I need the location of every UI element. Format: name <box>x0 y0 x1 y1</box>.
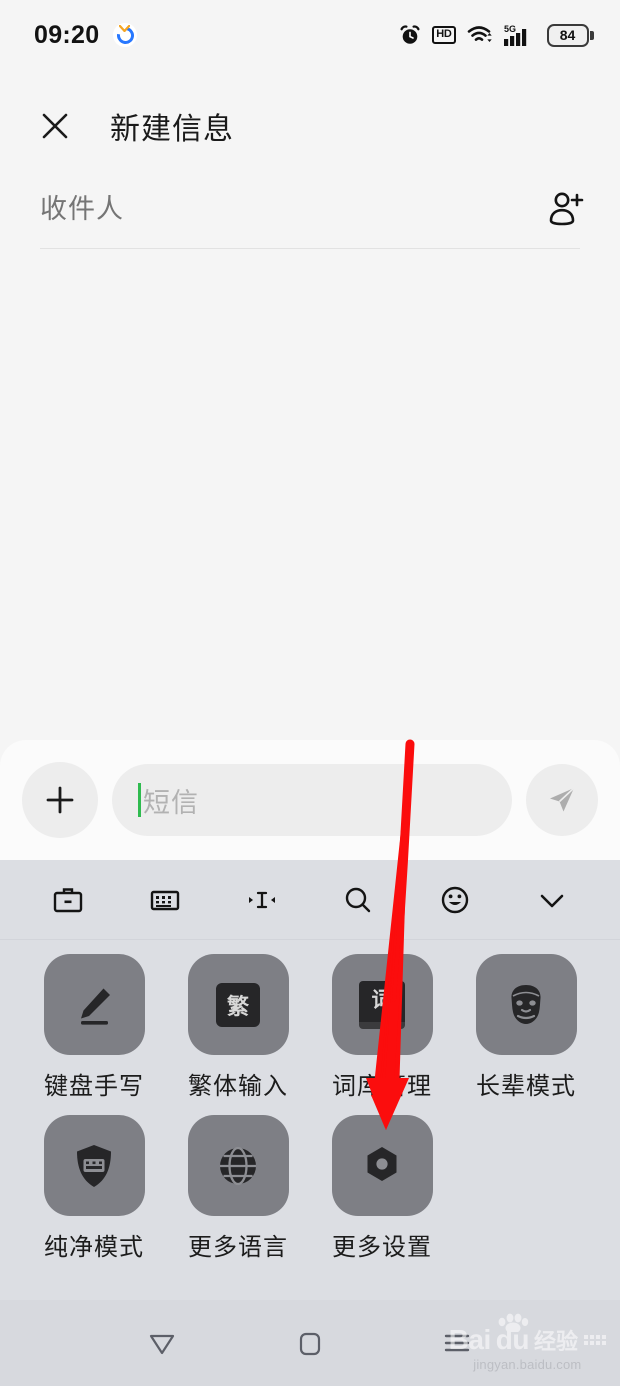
pencil-icon <box>81 988 110 1025</box>
message-input-bar: 短信 <box>0 740 620 860</box>
recipient-input[interactable] <box>40 193 542 225</box>
svg-text:5G: 5G <box>504 24 516 34</box>
kb-item-label: 繁体输入 <box>188 1073 288 1100</box>
kb-item-label: 纯净模式 <box>44 1234 144 1261</box>
kb-tile <box>43 954 145 1055</box>
hd-icon: HD <box>432 26 456 44</box>
traditional-char-icon: 繁 <box>216 982 260 1027</box>
kb-grid-empty-slot <box>454 1115 598 1262</box>
kb-item-traditional-input[interactable]: 繁 繁体输入 <box>166 954 310 1101</box>
kb-item-label: 长辈模式 <box>476 1073 576 1100</box>
keyboard-tools-grid: 键盘手写 繁 繁体输入 词 词库管理 长辈模式 纯净模式 更多语言 更多设置 <box>0 940 620 1262</box>
hex-nut-settings-icon <box>367 1146 397 1181</box>
close-icon[interactable] <box>38 109 72 143</box>
kb-item-label: 键盘手写 <box>44 1073 144 1100</box>
battery-indicator: 84 <box>546 23 594 47</box>
shield-keyboard-icon <box>77 1144 111 1187</box>
status-bar-left: 09:20 <box>34 20 138 50</box>
home-square-icon[interactable] <box>265 1313 355 1373</box>
text-caret <box>138 783 141 817</box>
dictionary-book-icon: 词 <box>359 980 405 1029</box>
chevron-down-icon[interactable] <box>528 876 576 924</box>
kb-item-label: 更多语言 <box>188 1234 288 1261</box>
kb-item-label: 更多设置 <box>332 1234 432 1261</box>
kb-item-handwriting[interactable]: 键盘手写 <box>22 954 166 1101</box>
alarm-clock-icon <box>399 24 421 46</box>
status-time: 09:20 <box>34 20 100 49</box>
message-placeholder: 短信 <box>143 787 199 818</box>
kb-tile <box>43 1115 145 1216</box>
elder-face-icon <box>511 984 541 1024</box>
keyboard-icon[interactable] <box>141 876 189 924</box>
phone-screen: 09:20 HD 5G 84 新建信息 收件人 短信 键盘手写 繁 繁体输入 词… <box>0 0 620 1386</box>
kb-item-elder-mode[interactable]: 长辈模式 <box>454 954 598 1101</box>
status-bar: 09:20 HD 5G 84 <box>0 0 620 70</box>
circular-app-icon <box>113 23 138 47</box>
send-button[interactable] <box>526 764 598 836</box>
emoji-icon[interactable] <box>431 876 479 924</box>
status-bar-right: HD 5G 84 <box>399 23 594 47</box>
search-icon[interactable] <box>334 876 382 924</box>
kb-tile <box>475 954 577 1055</box>
keyboard-tools-panel: 键盘手写 繁 繁体输入 词 词库管理 长辈模式 纯净模式 更多语言 更多设置 <box>0 860 620 1300</box>
signal-bars-icon: 5G <box>503 23 536 47</box>
system-nav-bar <box>0 1300 620 1386</box>
kb-tile <box>331 1115 433 1216</box>
kb-tile: 繁 <box>187 954 289 1055</box>
recents-hamburger-icon[interactable] <box>412 1313 502 1373</box>
kb-item-dictionary[interactable]: 词 词库管理 <box>310 954 454 1101</box>
kb-item-label: 词库管理 <box>332 1073 432 1100</box>
add-attachment-button[interactable] <box>22 762 98 838</box>
app-header: 新建信息 <box>0 88 620 164</box>
kb-tile: 词 <box>331 954 433 1055</box>
message-thread-area <box>0 249 620 740</box>
back-triangle-icon[interactable] <box>117 1313 207 1373</box>
battery-level: 84 <box>559 27 576 43</box>
wifi-icon <box>467 24 493 46</box>
kb-item-more-settings[interactable]: 更多设置 <box>310 1115 454 1262</box>
kb-item-more-languages[interactable]: 更多语言 <box>166 1115 310 1262</box>
kb-tile <box>187 1115 289 1216</box>
recipient-row <box>0 174 620 244</box>
globe-icon <box>220 1146 256 1185</box>
keyboard-toolbar <box>0 860 620 940</box>
app-badge-chevron <box>119 25 131 32</box>
page-title: 新建信息 <box>110 113 234 146</box>
cursor-move-icon[interactable] <box>238 876 286 924</box>
add-contact-icon[interactable] <box>542 185 590 233</box>
toolbox-icon[interactable] <box>44 876 92 924</box>
message-input-field[interactable]: 短信 <box>112 764 512 836</box>
kb-item-pure-mode[interactable]: 纯净模式 <box>22 1115 166 1262</box>
